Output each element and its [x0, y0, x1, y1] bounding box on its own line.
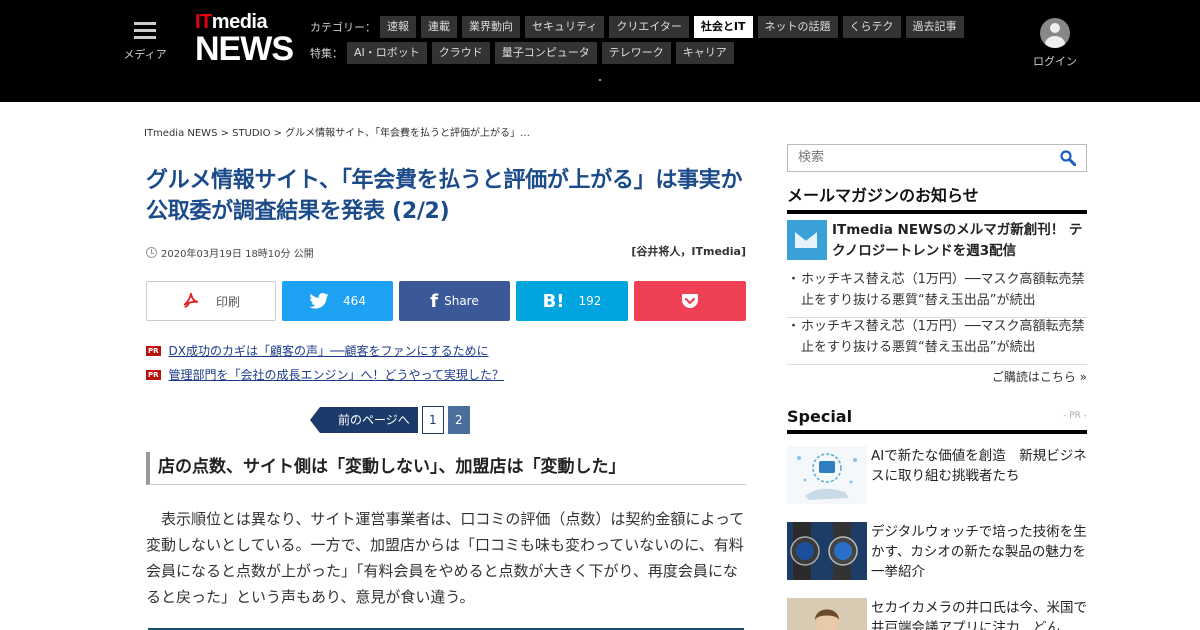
- category-nav: カテゴリー： 速報 連載 業界動向 セキュリティ クリエイター 社会とIT ネッ…: [310, 16, 969, 38]
- pocket-icon: [682, 294, 698, 308]
- article-title: グルメ情報サイト、「年会費を払うと評価が上がる」は事実か 公取委が調査結果を発表…: [146, 168, 764, 224]
- header-dot: [599, 79, 601, 81]
- mailmag-item[interactable]: ホッチキス替え芯（1万円）──マスク高額転売禁止をすり抜ける悪質“替え玉出品”が…: [787, 269, 1087, 318]
- nav-category-gyoukai[interactable]: 業界動向: [462, 16, 520, 38]
- special-item[interactable]: AIで新たな価値を創造 新規ビジネスに取り組む挑戦者たち: [787, 446, 1087, 506]
- pagination: 前のページへ 1 2: [310, 406, 474, 434]
- nav-feature-telework[interactable]: テレワーク: [601, 42, 671, 64]
- ai-hand-thumbnail: [787, 446, 867, 504]
- special-item[interactable]: セカイカメラの井口氏は今、米国で井戸端会議アプリに注力 どん: [787, 598, 1087, 630]
- page-link-1[interactable]: 1: [421, 406, 444, 434]
- nav-category-society-it[interactable]: 社会とIT: [693, 16, 753, 38]
- facebook-icon: f: [430, 290, 439, 312]
- nav-category-kuratech[interactable]: くらテク: [842, 16, 901, 38]
- article-author: [谷井将人，ITmedia]: [631, 245, 746, 258]
- user-icon: [1040, 18, 1070, 48]
- mailmag-feature-text: ITmedia NEWSのメルマガ新創刊！ テクノロジートレンドを週3配信: [832, 222, 1083, 259]
- media-menu-label: メディア: [123, 48, 167, 61]
- twitter-count: 464: [343, 294, 366, 308]
- mailmag-item[interactable]: ホッチキス替え芯（1万円）──マスク高額転売禁止をすり抜ける悪質“替え玉出品”が…: [787, 316, 1087, 365]
- pdf-icon: [183, 292, 199, 309]
- mail-icon: [787, 220, 827, 260]
- special-item-text: AIで新たな価値を創造 新規ビジネスに取り組む挑戦者たち: [871, 448, 1087, 484]
- section-heading: 店の点数、サイト側は「変動しない」、加盟店は「変動した」: [146, 452, 746, 485]
- hatena-count: 192: [578, 294, 602, 308]
- facebook-share-button[interactable]: f Share: [399, 281, 510, 321]
- article-paragraph: 表示順位とは異なり、サイト運営事業者は、口コミの評価（点数）は契約金額によって変…: [146, 510, 745, 606]
- mailmag-heading: メールマガジンのお知らせ: [787, 182, 1087, 214]
- nav-category-security[interactable]: セキュリティ: [525, 16, 605, 38]
- nav-feature-quantum[interactable]: 量子コンピュータ: [494, 42, 597, 64]
- special-heading: Special - PR -: [787, 407, 1087, 434]
- facebook-label: Share: [444, 294, 479, 308]
- login-label: ログイン: [1033, 55, 1077, 68]
- prev-page-button[interactable]: 前のページへ: [310, 407, 418, 433]
- site-logo[interactable]: ITmedia NEWS: [195, 12, 295, 66]
- mailmag-subscribe-link[interactable]: ご購読はこちら »: [987, 368, 1087, 385]
- article-date: 2020年03月19日 18時10分 公開: [146, 245, 314, 260]
- twitter-share-button[interactable]: 464: [282, 281, 393, 321]
- nav-category-sokuhou[interactable]: 速報: [380, 16, 416, 38]
- pr-link-row: PR DX成功のカギは「顧客の声」──顧客をファンにするために: [146, 342, 489, 359]
- logo-news: NEWS: [195, 30, 294, 68]
- nav-feature-cloud[interactable]: クラウド: [431, 42, 490, 64]
- nav-category-archive[interactable]: 過去記事: [905, 16, 964, 38]
- pr-link[interactable]: DX成功のカギは「顧客の声」──顧客をファンにするために: [169, 342, 489, 359]
- special-item-text: デジタルウォッチで培った技術を生かす、カシオの新たな製品の魅力を一挙紹介: [871, 524, 1087, 580]
- media-menu-button[interactable]: メディア: [122, 22, 168, 62]
- nav-category-creator[interactable]: クリエイター: [609, 16, 689, 38]
- print-label: 印刷: [215, 294, 240, 309]
- clock-icon: [146, 247, 157, 258]
- pocket-button[interactable]: [634, 281, 746, 321]
- pr-link[interactable]: 管理部門を「会社の成長エンジン」へ！どうやって実現した？: [169, 366, 504, 383]
- watch-thumbnail: [787, 522, 867, 580]
- search-placeholder: 検索: [798, 150, 825, 165]
- nav-category-net-topics[interactable]: ネットの話題: [757, 16, 838, 38]
- hamburger-icon: [134, 22, 156, 40]
- person-thumbnail: [787, 598, 867, 630]
- feature-nav: 特集： AI・ロボット クラウド 量子コンピュータ テレワーク キャリア: [310, 42, 739, 64]
- login-button[interactable]: ログイン: [1030, 18, 1080, 69]
- breadcrumb[interactable]: ITmedia NEWS > STUDIO > グルメ情報サイト、「年会費を払う…: [144, 124, 530, 139]
- pr-badge: PR: [146, 345, 161, 356]
- special-item-text: セカイカメラの井口氏は今、米国で井戸端会議アプリに注力 どん: [871, 600, 1087, 630]
- mailmag-feature[interactable]: ITmedia NEWSのメルマガ新創刊！ テクノロジートレンドを週3配信: [787, 220, 1087, 264]
- page-link-current: 2: [447, 406, 470, 434]
- nav-category-rensai[interactable]: 連載: [421, 16, 457, 38]
- site-header: メディア ITmedia NEWS カテゴリー： 速報 連載 業界動向 セキュリ…: [0, 0, 1200, 102]
- article-date-text: 2020年03月19日 18時10分 公開: [161, 249, 314, 260]
- print-button[interactable]: 印刷: [146, 281, 276, 321]
- special-item[interactable]: デジタルウォッチで培った技術を生かす、カシオの新たな製品の魅力を一挙紹介: [787, 522, 1087, 582]
- nav-feature-career[interactable]: キャリア: [675, 42, 734, 64]
- search-icon[interactable]: [1060, 150, 1076, 166]
- pr-link-row: PR 管理部門を「会社の成長エンジン」へ！どうやって実現した？: [146, 366, 504, 383]
- special-heading-text: Special: [787, 407, 853, 426]
- hatena-bookmark-icon: B!: [542, 290, 565, 312]
- search-input[interactable]: 検索: [787, 144, 1087, 172]
- pr-badge: PR: [146, 369, 161, 380]
- feature-label: 特集：: [310, 47, 343, 60]
- category-label: カテゴリー：: [310, 21, 376, 34]
- nav-feature-ai-robot[interactable]: AI・ロボット: [347, 42, 427, 64]
- special-pr-label: - PR -: [1063, 411, 1087, 421]
- twitter-icon: [309, 293, 329, 309]
- hatena-bookmark-button[interactable]: B! 192: [516, 281, 628, 321]
